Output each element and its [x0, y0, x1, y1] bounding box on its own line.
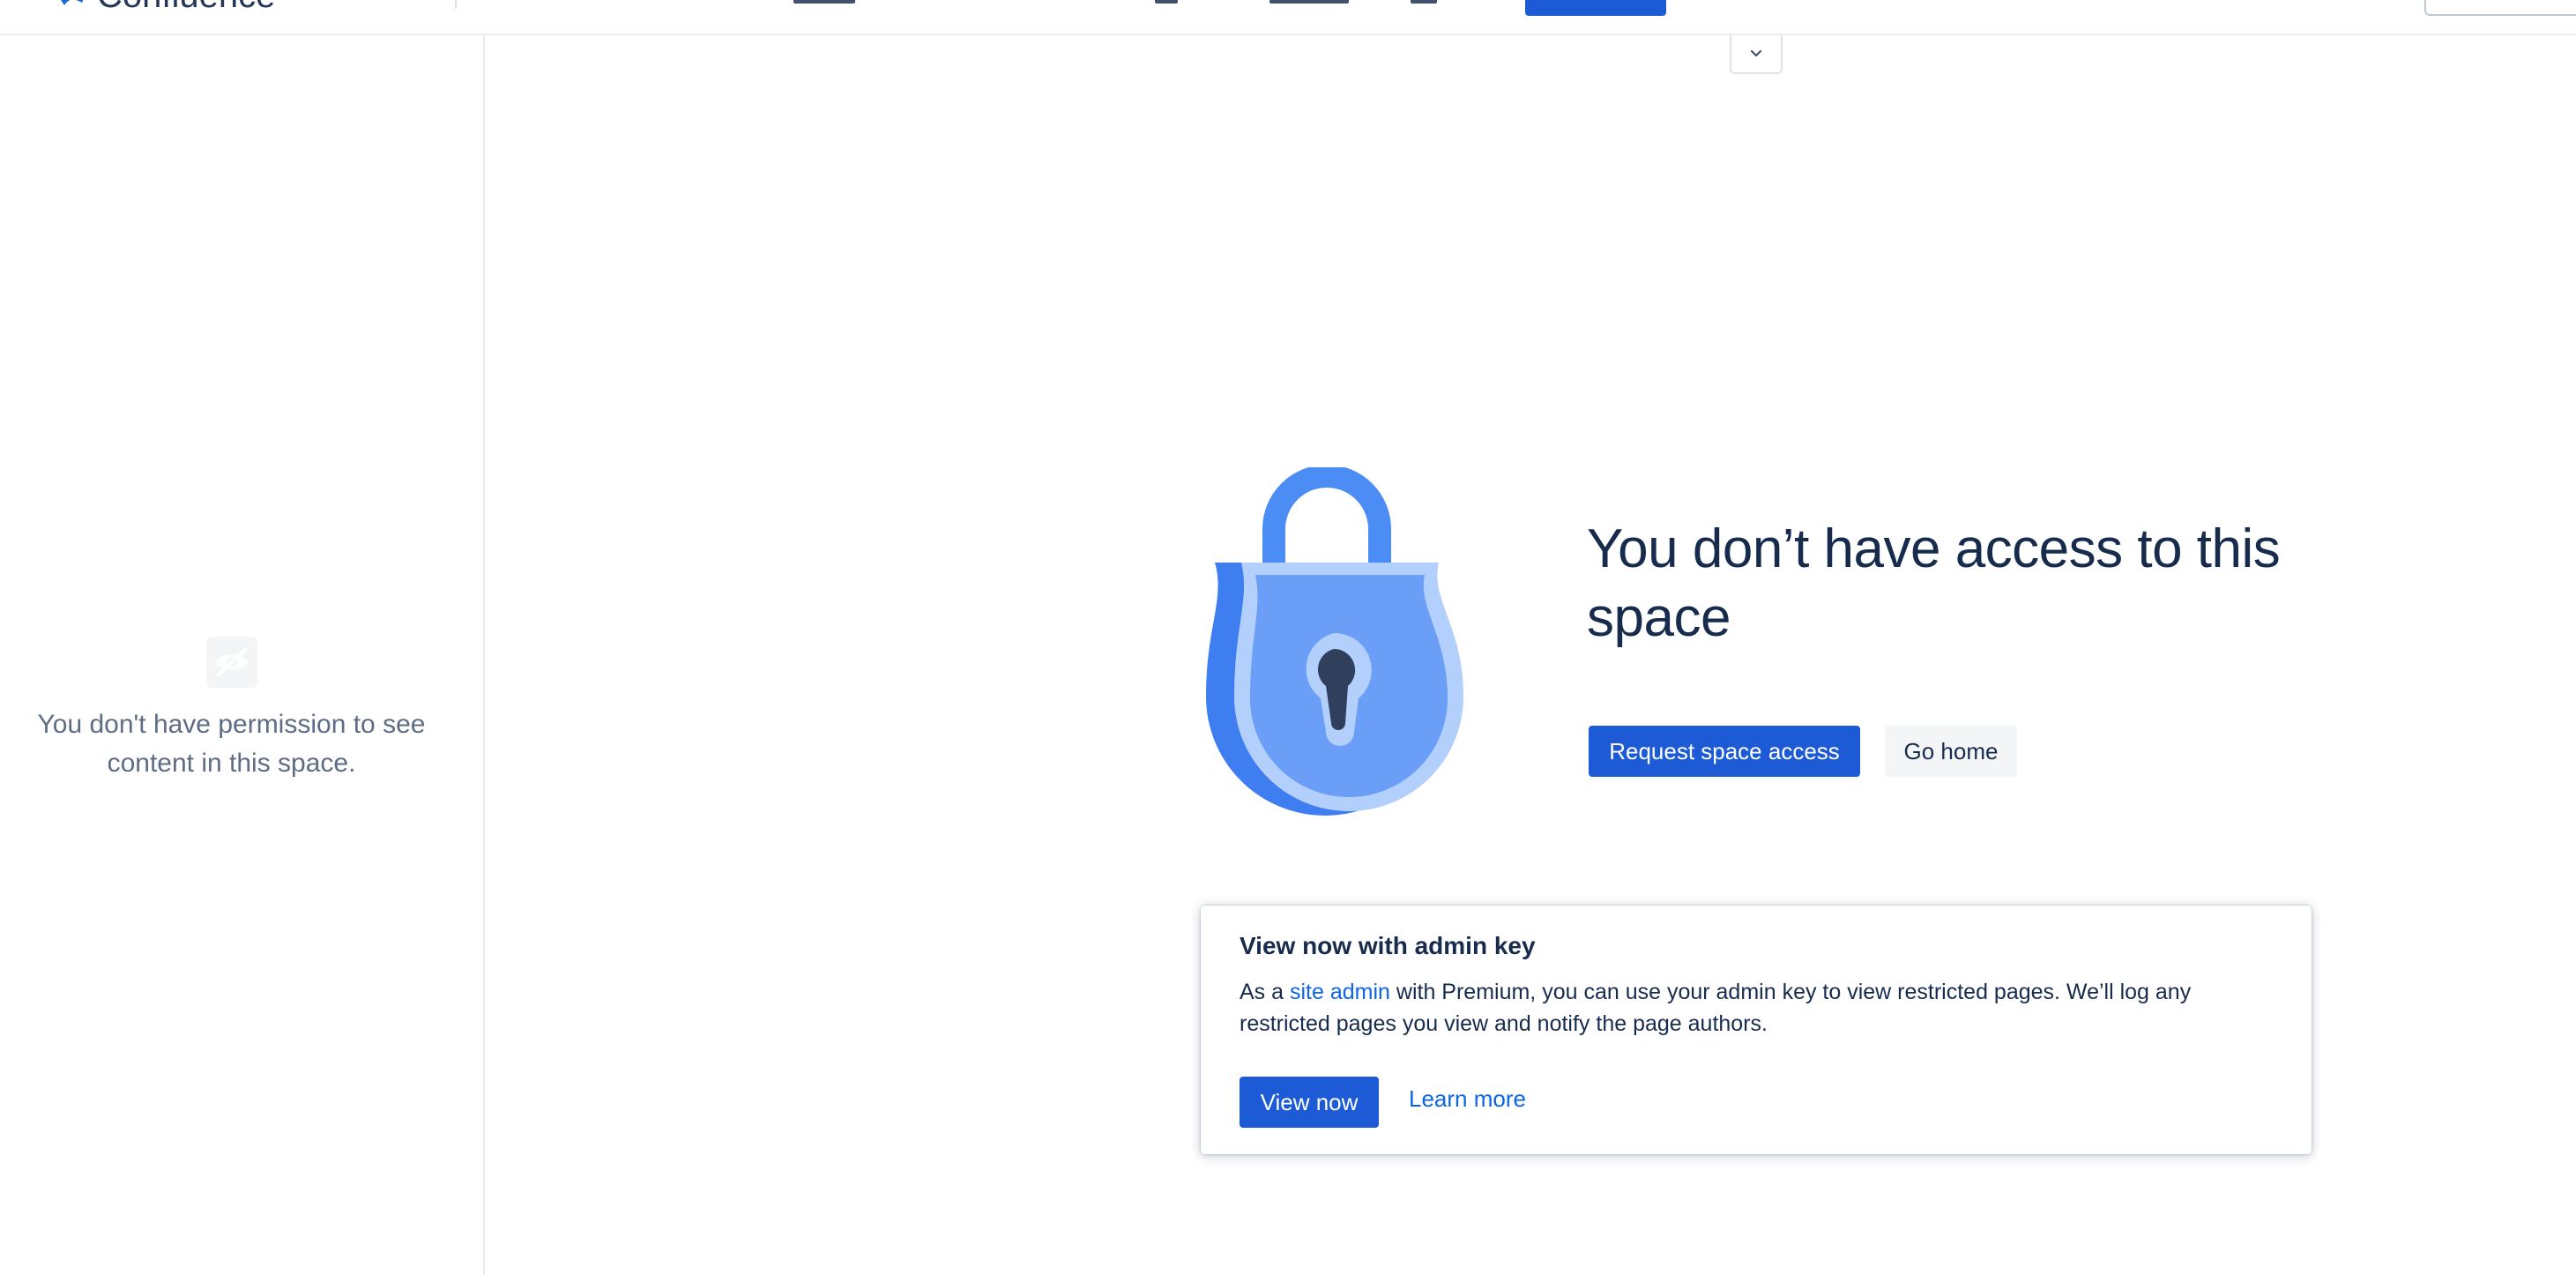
request-space-access-button[interactable]: Request space access: [1589, 726, 1860, 777]
chevron-down-icon: [1750, 49, 1762, 57]
admin-key-card: View now with admin key As a site admin …: [1201, 906, 2312, 1154]
confluence-logo[interactable]: Confluence: [58, 0, 275, 13]
nav-item-cropped[interactable]: [1269, 0, 1349, 4]
nav-item-cropped[interactable]: [1411, 0, 1437, 4]
site-admin-link[interactable]: site admin: [1290, 980, 1390, 1004]
no-permission-message: You don't have permission to see content…: [37, 710, 426, 778]
confluence-logo-icon: [61, 0, 84, 5]
admin-key-text-prefix: As a: [1240, 980, 1290, 1004]
create-button[interactable]: [1525, 0, 1666, 16]
lock-icon: [1206, 467, 1463, 816]
admin-key-description: As a site admin with Premium, you can us…: [1240, 976, 2245, 1040]
view-now-button[interactable]: View now: [1240, 1077, 1379, 1128]
learn-more-link[interactable]: Learn more: [1409, 1085, 1526, 1113]
nav-item-cropped[interactable]: [1155, 0, 1178, 4]
eye-off-icon: [205, 637, 257, 688]
grid-icon[interactable]: [16, 0, 41, 5]
brand-name: Confluence: [97, 0, 275, 13]
top-navigation: Confluence: [0, 0, 2576, 35]
nav-item-cropped[interactable]: [793, 0, 855, 4]
page-title: You don’t have access to this space: [1587, 518, 2281, 648]
sidebar-empty-state: You don't have permission to see content…: [0, 637, 463, 783]
collapse-toggle-button[interactable]: [1730, 35, 1783, 74]
nav-divider: [455, 0, 457, 9]
admin-key-title: View now with admin key: [1240, 932, 1536, 959]
search-input[interactable]: [2424, 0, 2576, 16]
sidebar: You don't have permission to see content…: [0, 35, 485, 1275]
go-home-button[interactable]: Go home: [1885, 726, 2017, 777]
